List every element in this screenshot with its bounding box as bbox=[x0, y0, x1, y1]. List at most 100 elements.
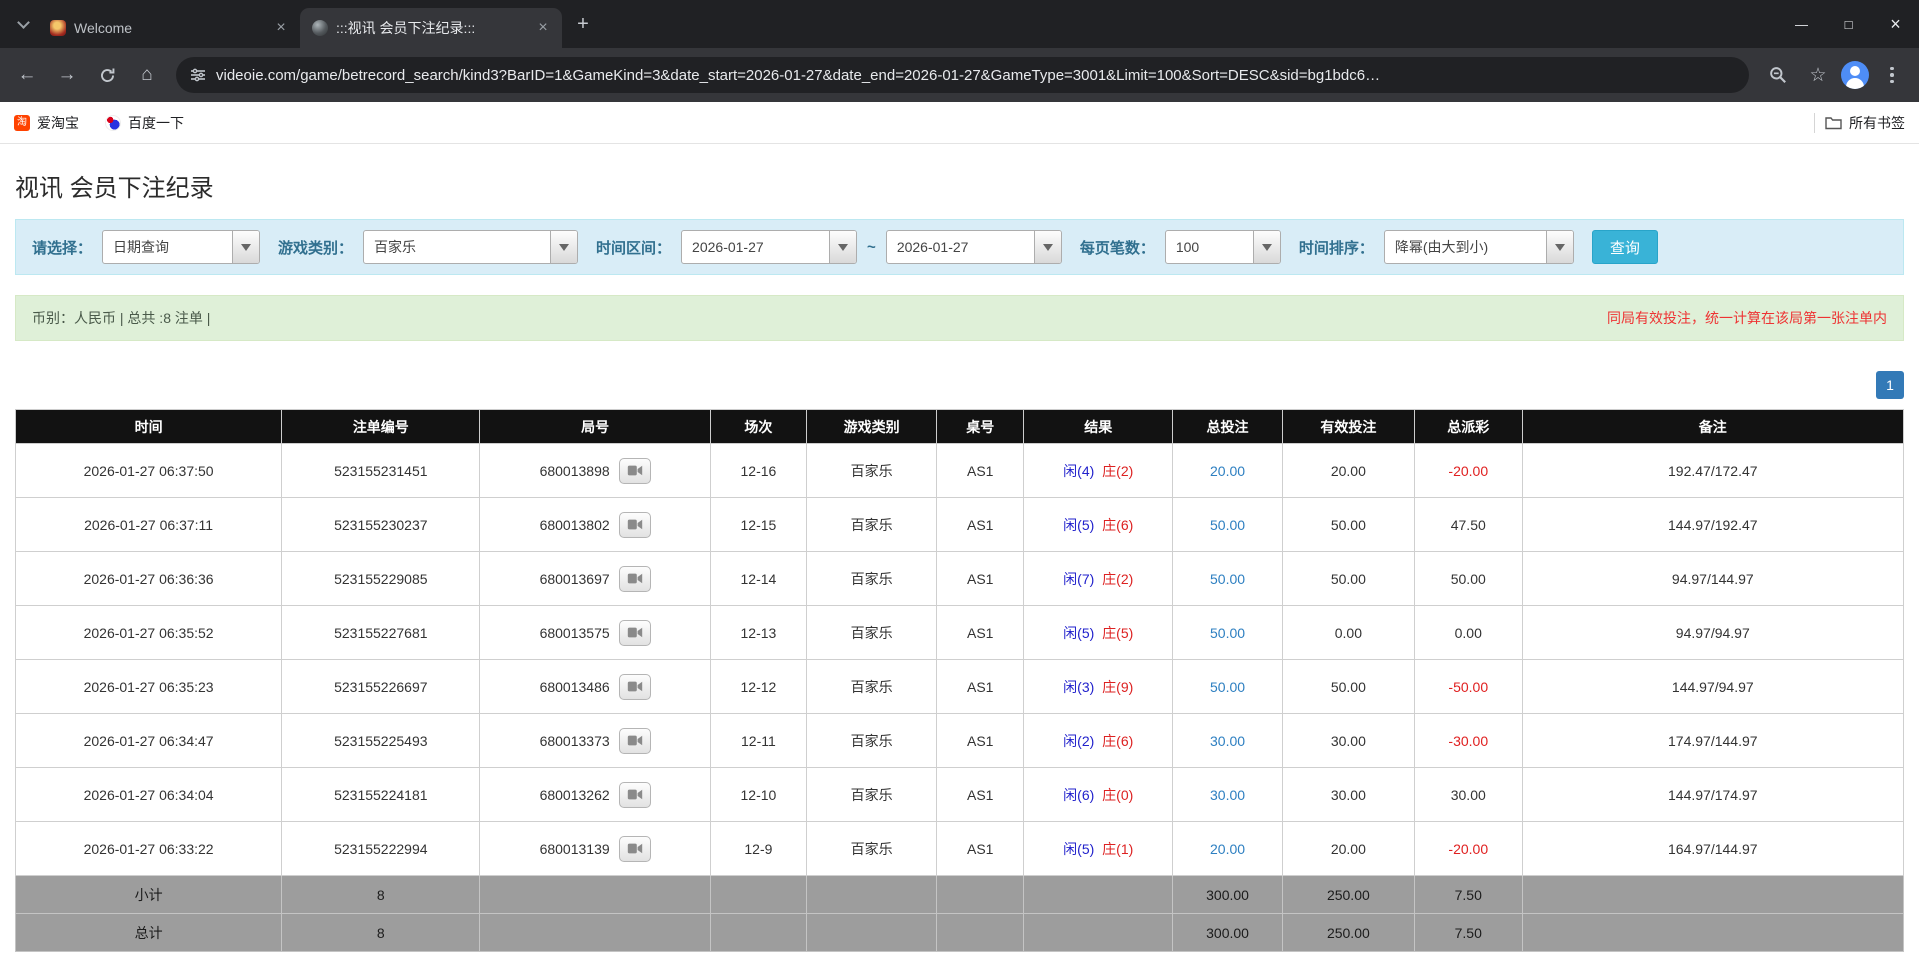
tab-close-icon[interactable]: × bbox=[272, 19, 290, 37]
total-total-bet: 300.00 bbox=[1173, 914, 1283, 952]
cell-table: AS1 bbox=[937, 768, 1024, 822]
result-player: 闲(4) bbox=[1063, 463, 1094, 479]
page-number-button[interactable]: 1 bbox=[1876, 371, 1904, 399]
cell-table: AS1 bbox=[937, 444, 1024, 498]
query-button[interactable]: 查询 bbox=[1592, 230, 1658, 264]
maximize-button[interactable]: □ bbox=[1825, 0, 1872, 48]
total-label: 总计 bbox=[16, 914, 282, 952]
page-title: 视讯 会员下注纪录 bbox=[15, 168, 1904, 203]
date-start-select[interactable]: 2026-01-27 bbox=[681, 230, 857, 264]
cell-round: 680013486 bbox=[480, 660, 710, 714]
cell-note: 144.97/174.97 bbox=[1522, 768, 1903, 822]
cell-result: 闲(7) 庄(2) bbox=[1024, 552, 1173, 606]
empty-cell bbox=[1024, 876, 1173, 914]
all-bookmarks-button[interactable]: 所有书签 bbox=[1825, 113, 1905, 133]
replay-video-icon[interactable] bbox=[619, 782, 651, 808]
forward-button[interactable]: → bbox=[50, 58, 84, 92]
cell-time: 2026-01-27 06:34:04 bbox=[16, 768, 282, 822]
total-valid-bet: 250.00 bbox=[1282, 914, 1414, 952]
result-player: 闲(5) bbox=[1063, 841, 1094, 857]
chevron-down-icon[interactable] bbox=[1253, 231, 1280, 263]
total-payout: 7.50 bbox=[1414, 914, 1522, 952]
empty-cell bbox=[710, 876, 806, 914]
date-end-select[interactable]: 2026-01-27 bbox=[886, 230, 1062, 264]
bookmark-star-icon[interactable]: ☆ bbox=[1801, 58, 1835, 92]
site-settings-tune-icon[interactable] bbox=[190, 67, 206, 83]
chevron-down-icon[interactable] bbox=[829, 231, 856, 263]
total-bet-link[interactable]: 50.00 bbox=[1210, 571, 1245, 587]
total-bet-link[interactable]: 50.00 bbox=[1210, 679, 1245, 695]
home-button[interactable]: ⌂ bbox=[130, 58, 164, 92]
total-bet-link[interactable]: 20.00 bbox=[1210, 841, 1245, 857]
zoom-indicator-icon[interactable] bbox=[1761, 58, 1795, 92]
total-bet-link[interactable]: 30.00 bbox=[1210, 787, 1245, 803]
page-size-label: 每页笔数： bbox=[1080, 237, 1155, 258]
cell-time: 2026-01-27 06:33:22 bbox=[16, 822, 282, 876]
col-header-valid-bet: 有效投注 bbox=[1282, 410, 1414, 444]
replay-video-icon[interactable] bbox=[619, 566, 651, 592]
browser-menu-icon[interactable] bbox=[1875, 58, 1909, 92]
replay-video-icon[interactable] bbox=[619, 836, 651, 862]
cell-session: 12-13 bbox=[710, 606, 806, 660]
total-bet-link[interactable]: 20.00 bbox=[1210, 463, 1245, 479]
window-close-button[interactable]: × bbox=[1872, 0, 1919, 48]
reload-button[interactable] bbox=[90, 58, 124, 92]
tab-welcome[interactable]: Welcome × bbox=[38, 8, 300, 48]
total-count: 8 bbox=[282, 914, 480, 952]
table-row: 2026-01-27 06:35:23 523155226697 6800134… bbox=[16, 660, 1904, 714]
tab-search-chevron-icon[interactable] bbox=[8, 9, 38, 39]
empty-cell bbox=[1024, 914, 1173, 952]
cell-table: AS1 bbox=[937, 498, 1024, 552]
chevron-down-icon[interactable] bbox=[1034, 231, 1061, 263]
back-button[interactable]: ← bbox=[10, 58, 44, 92]
cell-time: 2026-01-27 06:36:36 bbox=[16, 552, 282, 606]
total-bet-link[interactable]: 30.00 bbox=[1210, 733, 1245, 749]
chevron-down-icon[interactable] bbox=[232, 231, 259, 263]
profile-avatar[interactable] bbox=[1841, 61, 1869, 89]
total-bet-link[interactable]: 50.00 bbox=[1210, 625, 1245, 641]
cell-game: 百家乐 bbox=[807, 768, 937, 822]
page-size-select[interactable]: 100 bbox=[1165, 230, 1281, 264]
replay-video-icon[interactable] bbox=[619, 512, 651, 538]
cell-valid-bet: 50.00 bbox=[1282, 660, 1414, 714]
new-tab-button[interactable]: + bbox=[568, 9, 598, 39]
minimize-button[interactable]: — bbox=[1778, 0, 1825, 48]
col-header-payout: 总派彩 bbox=[1414, 410, 1522, 444]
cell-valid-bet: 0.00 bbox=[1282, 606, 1414, 660]
cell-table: AS1 bbox=[937, 660, 1024, 714]
replay-video-icon[interactable] bbox=[619, 620, 651, 646]
cell-payout: 0.00 bbox=[1414, 606, 1522, 660]
replay-video-icon[interactable] bbox=[619, 674, 651, 700]
bookmark-baidu[interactable]: 百度一下 bbox=[105, 113, 184, 133]
tab-close-icon[interactable]: × bbox=[534, 19, 552, 37]
cell-valid-bet: 50.00 bbox=[1282, 552, 1414, 606]
cell-note: 164.97/144.97 bbox=[1522, 822, 1903, 876]
subtotal-label: 小计 bbox=[16, 876, 282, 914]
cell-bet-id: 523155226697 bbox=[282, 660, 480, 714]
summary-bar: 币别：人民币 | 总共 :8 注单 | 同局有效投注，统一计算在该局第一张注单内 bbox=[15, 295, 1904, 341]
cell-note: 144.97/192.47 bbox=[1522, 498, 1903, 552]
query-mode-select[interactable]: 日期查询 bbox=[102, 230, 260, 264]
table-row: 2026-01-27 06:35:52 523155227681 6800135… bbox=[16, 606, 1904, 660]
result-banker: 庄(2) bbox=[1102, 463, 1133, 479]
chevron-down-icon[interactable] bbox=[550, 231, 577, 263]
replay-video-icon[interactable] bbox=[619, 458, 651, 484]
chevron-down-icon[interactable] bbox=[1546, 231, 1573, 263]
cell-game: 百家乐 bbox=[807, 444, 937, 498]
tab-bet-records[interactable]: :::视讯 会员下注纪录::: × bbox=[300, 8, 562, 48]
cell-table: AS1 bbox=[937, 552, 1024, 606]
cell-total-bet: 30.00 bbox=[1173, 768, 1283, 822]
address-bar[interactable]: videoie.com/game/betrecord_search/kind3?… bbox=[176, 57, 1749, 93]
sort-order-select[interactable]: 降幂(由大到小) bbox=[1384, 230, 1574, 264]
total-row: 总计 8 300.00 250.00 7.50 bbox=[16, 914, 1904, 952]
replay-video-icon[interactable] bbox=[619, 728, 651, 754]
total-bet-link[interactable]: 50.00 bbox=[1210, 517, 1245, 533]
cell-result: 闲(4) 庄(2) bbox=[1024, 444, 1173, 498]
game-kind-select[interactable]: 百家乐 bbox=[363, 230, 578, 264]
cell-payout: -20.00 bbox=[1414, 822, 1522, 876]
bookmark-taobao[interactable]: 淘 爱淘宝 bbox=[14, 113, 79, 133]
cell-valid-bet: 20.00 bbox=[1282, 444, 1414, 498]
cell-time: 2026-01-27 06:35:23 bbox=[16, 660, 282, 714]
url-text[interactable]: videoie.com/game/betrecord_search/kind3?… bbox=[216, 67, 1380, 84]
cell-game: 百家乐 bbox=[807, 822, 937, 876]
